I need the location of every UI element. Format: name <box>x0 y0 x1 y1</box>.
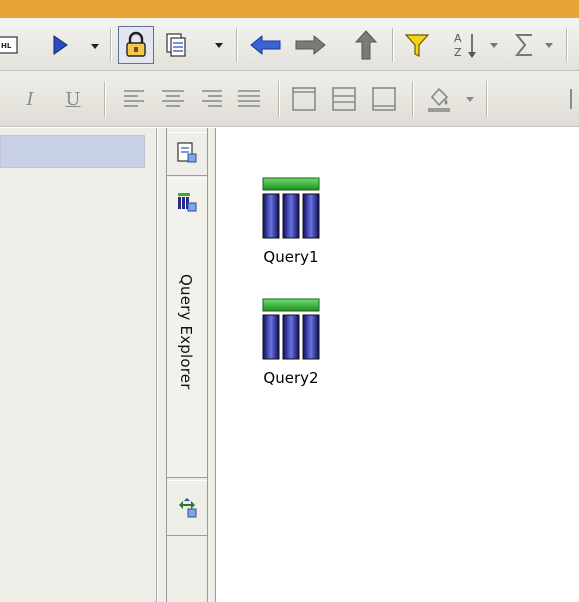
query-label: Query1 <box>263 248 319 266</box>
justify-icon[interactable] <box>236 87 262 111</box>
svg-text:Z: Z <box>454 46 462 59</box>
forward-arrow-icon[interactable] <box>292 30 328 60</box>
panel-splitter[interactable] <box>158 128 166 602</box>
run-dropdown-icon[interactable] <box>91 44 99 49</box>
sum-icon[interactable] <box>512 28 538 62</box>
svg-text:HL: HL <box>1 42 12 50</box>
query-label: Query2 <box>263 369 319 387</box>
filter-icon[interactable] <box>402 30 432 60</box>
window-top-strip <box>0 0 579 18</box>
toolbar-separator <box>412 81 413 117</box>
toolbar-separator <box>278 81 279 117</box>
toolbar-separator <box>392 28 393 62</box>
align-right-icon[interactable] <box>198 87 224 111</box>
fill-color-dropdown-icon[interactable] <box>466 97 474 102</box>
back-arrow-icon[interactable] <box>248 30 284 60</box>
toolbar-separator <box>566 28 567 62</box>
toolbar-separator <box>236 28 237 62</box>
query-item-2[interactable]: Query2 <box>251 297 331 387</box>
align-left-icon[interactable] <box>122 87 148 111</box>
left-panel-header[interactable] <box>0 135 145 168</box>
side-tab-strip: Query Explorer <box>166 128 208 602</box>
page-explorer-icon <box>176 141 198 169</box>
html-icon[interactable]: HL <box>0 34 20 56</box>
query-icon <box>261 176 321 244</box>
query-explorer-icon <box>176 191 198 217</box>
toolbar-separator <box>104 81 105 117</box>
align-center-icon[interactable] <box>160 87 186 111</box>
more-format-icon[interactable] <box>560 87 579 113</box>
border-middle-icon[interactable] <box>330 85 358 113</box>
query-explorer-label: Query Explorer <box>177 274 195 390</box>
canvas-splitter[interactable] <box>208 128 216 602</box>
tab-insertable-objects[interactable] <box>167 480 207 536</box>
italic-icon[interactable]: I <box>20 85 40 113</box>
border-bottom-icon[interactable] <box>370 85 398 113</box>
lock-icon[interactable] <box>118 26 154 64</box>
toolbar-separator <box>486 81 487 117</box>
fill-color-icon[interactable] <box>424 83 454 115</box>
toolbar-separator <box>110 28 111 62</box>
sort-icon[interactable]: A Z <box>452 28 482 62</box>
border-top-icon[interactable] <box>290 85 318 113</box>
format-toolbar: I U <box>0 71 579 127</box>
tab-page-explorer[interactable] <box>167 132 207 176</box>
query-icon <box>261 297 321 365</box>
up-arrow-icon[interactable] <box>352 28 380 62</box>
run-icon[interactable] <box>47 32 73 58</box>
svg-text:A: A <box>454 32 462 45</box>
insertable-objects-icon <box>175 495 199 523</box>
main-toolbar: HL A Z <box>0 18 579 71</box>
query-item-1[interactable]: Query1 <box>251 176 331 266</box>
copy-page-icon[interactable] <box>163 31 193 59</box>
sum-dropdown-icon[interactable] <box>545 43 553 48</box>
tab-query-explorer[interactable]: Query Explorer <box>167 178 207 478</box>
left-panel <box>0 128 157 602</box>
copy-page-dropdown-icon[interactable] <box>215 43 223 48</box>
query-canvas: Query1 Query2 <box>217 128 579 602</box>
sort-dropdown-icon[interactable] <box>490 43 498 48</box>
underline-icon[interactable]: U <box>62 85 84 113</box>
